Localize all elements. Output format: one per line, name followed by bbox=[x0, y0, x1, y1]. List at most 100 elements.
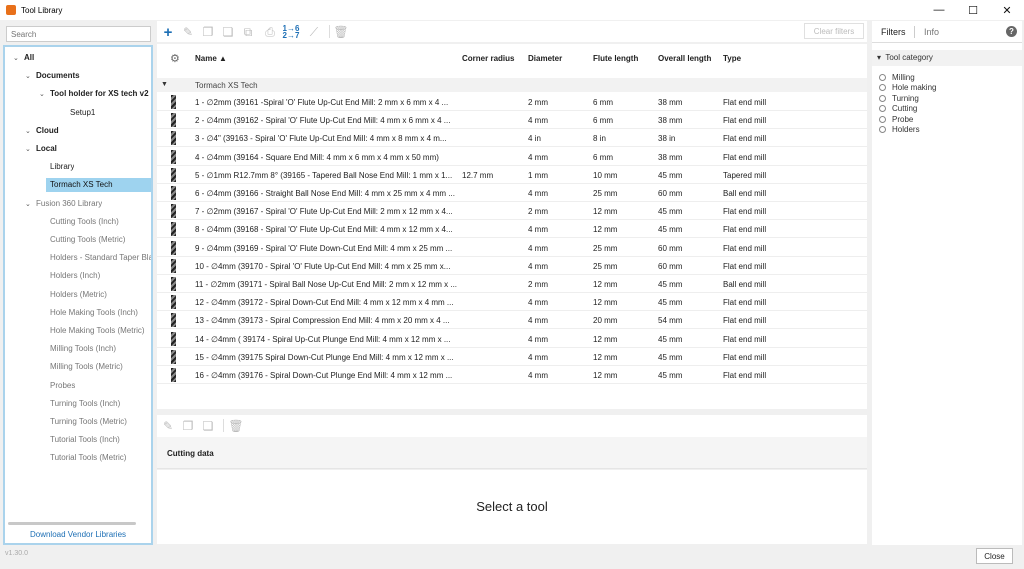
corner-radius-column-header[interactable]: Corner radius bbox=[462, 54, 514, 63]
flute-length-column-header[interactable]: Flute length bbox=[593, 54, 638, 63]
table-row[interactable]: 16 - ∅4mm (39176 - Spiral Down-Cut Plung… bbox=[157, 366, 867, 384]
download-vendor-libraries-link[interactable]: Download Vendor Libraries bbox=[5, 530, 151, 539]
tree-item[interactable]: Probes bbox=[50, 379, 75, 393]
tree-item[interactable]: Hole Making Tools (Metric) bbox=[50, 324, 145, 338]
table-row[interactable]: 3 - ∅4" (39163 - Spiral 'O' Flute Up-Cut… bbox=[157, 129, 867, 148]
delete-icon[interactable]: 🗑 bbox=[333, 25, 348, 39]
tree-item[interactable]: Setup1 bbox=[70, 106, 95, 120]
diameter-column-header[interactable]: Diameter bbox=[528, 54, 562, 63]
filter-radio[interactable] bbox=[879, 94, 886, 102]
expand-chevron-icon[interactable]: ⌄ bbox=[25, 200, 31, 208]
name-column-header[interactable]: Name ▲ bbox=[195, 54, 227, 63]
edit-icon[interactable]: ✎ bbox=[181, 25, 195, 39]
edit-preset-icon[interactable]: ✎ bbox=[161, 419, 175, 433]
expand-chevron-icon[interactable]: ⌄ bbox=[39, 90, 45, 98]
renumber-icon[interactable]: 1→6 2→7 bbox=[283, 25, 300, 40]
library-group-row[interactable]: ▼ Tormach XS Tech bbox=[157, 78, 867, 92]
copy-preset-icon[interactable]: ❐ bbox=[181, 419, 195, 433]
tab-filters[interactable]: Filters bbox=[881, 27, 906, 37]
copy-icon[interactable]: ❐ bbox=[201, 25, 215, 39]
table-row[interactable]: 2 - ∅4mm (39162 - Spiral 'O' Flute Up-Cu… bbox=[157, 111, 867, 130]
collapse-triangle-icon[interactable]: ▼ bbox=[161, 81, 168, 88]
table-row[interactable]: 11 - ∅2mm (39171 - Spiral Ball Nose Up-C… bbox=[157, 275, 867, 293]
expand-chevron-icon[interactable]: ⌄ bbox=[25, 127, 31, 135]
clear-filters-button[interactable]: Clear filters bbox=[804, 23, 864, 39]
table-row[interactable]: 12 - ∅4mm (39172 - Spiral Down-Cut End M… bbox=[157, 293, 867, 312]
tree-item[interactable]: Cutting Tools (Inch) bbox=[50, 215, 119, 229]
maximize-button[interactable]: ☐ bbox=[956, 0, 990, 20]
tree-horizontal-scrollbar[interactable] bbox=[8, 522, 136, 525]
tree-item[interactable]: Tormach XS Tech bbox=[46, 178, 151, 193]
tool-category-header[interactable]: ▾ Tool category bbox=[872, 50, 1022, 66]
table-row[interactable]: 13 - ∅4mm (39173 - Spiral Compression En… bbox=[157, 311, 867, 330]
tree-item[interactable]: Library bbox=[50, 160, 74, 174]
filter-radio[interactable] bbox=[879, 105, 886, 113]
filter-option-label[interactable]: Milling bbox=[892, 73, 915, 82]
tree-item[interactable]: Turning Tools (Inch) bbox=[50, 397, 120, 411]
expand-chevron-icon[interactable]: ⌄ bbox=[13, 54, 19, 62]
table-row[interactable]: 14 - ∅4mm ( 39174 - Spiral Up-Cut Plunge… bbox=[157, 330, 867, 348]
tree-item[interactable]: Fusion 360 Library bbox=[36, 197, 102, 211]
tree-item[interactable]: Milling Tools (Metric) bbox=[50, 360, 123, 374]
tree-item[interactable]: Local bbox=[36, 142, 57, 156]
filter-option-label[interactable]: Turning bbox=[892, 94, 919, 103]
tab-info[interactable]: Info bbox=[924, 27, 939, 37]
duplicate-icon[interactable]: ⧉ bbox=[241, 25, 255, 39]
delete-preset-icon[interactable]: 🗑 bbox=[228, 419, 243, 433]
tree-item[interactable]: All bbox=[24, 51, 34, 65]
tree-item[interactable]: Tutorial Tools (Inch) bbox=[50, 433, 120, 447]
table-row[interactable]: 15 - ∅4mm (39175 Spiral Down-Cut Plunge … bbox=[157, 348, 867, 366]
tree-item[interactable]: Documents bbox=[36, 69, 80, 83]
paste-icon[interactable]: ❏ bbox=[221, 25, 235, 39]
table-row[interactable]: 1 - ∅2mm (39161 -Spiral 'O' Flute Up-Cut… bbox=[157, 93, 867, 111]
cell-flute: 12 mm bbox=[593, 225, 618, 235]
table-settings-gear-icon[interactable]: ⚙ bbox=[170, 52, 180, 65]
type-column-header[interactable]: Type bbox=[723, 54, 741, 63]
table-row[interactable]: 8 - ∅4mm (39168 - Spiral 'O' Flute Up-Cu… bbox=[157, 220, 867, 239]
table-row[interactable]: 4 - ∅4mm (39164 - Square End Mill: 4 mm … bbox=[157, 148, 867, 166]
cell-diameter: 4 mm bbox=[528, 152, 548, 162]
overall-length-column-header[interactable]: Overall length bbox=[658, 54, 711, 63]
tree-item[interactable]: Holders (Inch) bbox=[50, 269, 100, 283]
end-mill-icon bbox=[171, 258, 176, 273]
tree-item[interactable]: Tool holder for XS tech v2 bbox=[50, 87, 149, 101]
table-row[interactable]: 6 - ∅4mm (39166 - Straight Ball Nose End… bbox=[157, 184, 867, 202]
cell-diameter: 4 mm bbox=[528, 243, 548, 253]
table-row[interactable]: 10 - ∅4mm (39170 - Spiral 'O' Flute Up-C… bbox=[157, 257, 867, 275]
paste-preset-icon[interactable]: ❏ bbox=[201, 419, 215, 433]
title-bar: Tool Library — ☐ ✕ bbox=[0, 0, 1024, 20]
expand-chevron-icon[interactable]: ⌄ bbox=[25, 145, 31, 153]
table-row[interactable]: 5 - ∅1mm R12.7mm 8° (39165 - Tapered Bal… bbox=[157, 166, 867, 184]
tool-brush-icon[interactable]: ⟋ bbox=[307, 25, 321, 39]
tree-item[interactable]: Tutorial Tools (Metric) bbox=[50, 451, 126, 465]
cell-type: Flat end mill bbox=[723, 207, 767, 217]
tree-item[interactable]: Cutting Tools (Metric) bbox=[50, 233, 125, 247]
add-tool-icon[interactable]: + bbox=[161, 24, 175, 41]
table-row[interactable]: 7 - ∅2mm (39167 - Spiral 'O' Flute Up-Cu… bbox=[157, 202, 867, 221]
filter-option-label[interactable]: Holders bbox=[892, 125, 920, 134]
cell-diameter: 2 mm bbox=[528, 207, 548, 217]
minimize-button[interactable]: — bbox=[922, 0, 956, 20]
tree-item[interactable]: Turning Tools (Metric) bbox=[50, 415, 127, 429]
tree-item[interactable]: Hole Making Tools (Inch) bbox=[50, 306, 138, 320]
expand-chevron-icon[interactable]: ⌄ bbox=[25, 72, 31, 80]
library-search-input[interactable] bbox=[6, 26, 151, 42]
filter-option-label[interactable]: Hole making bbox=[892, 83, 936, 92]
help-icon[interactable]: ? bbox=[1006, 26, 1017, 37]
tree-item[interactable]: Milling Tools (Inch) bbox=[50, 342, 116, 356]
filter-option-label[interactable]: Cutting bbox=[892, 104, 917, 113]
filter-radio[interactable] bbox=[879, 84, 886, 92]
filter-radio[interactable] bbox=[879, 115, 886, 123]
filter-radio[interactable] bbox=[879, 126, 886, 133]
filter-option-label[interactable]: Probe bbox=[892, 115, 913, 124]
filter-radio[interactable] bbox=[879, 74, 886, 81]
cell-type: Flat end mill bbox=[723, 371, 767, 380]
close-button[interactable]: Close bbox=[976, 548, 1013, 564]
print-icon[interactable]: ⎙ bbox=[263, 25, 277, 39]
tree-item[interactable]: Cloud bbox=[36, 124, 59, 138]
table-row[interactable]: 9 - ∅4mm (39169 - Spiral 'O' Flute Down-… bbox=[157, 239, 867, 257]
close-window-button[interactable]: ✕ bbox=[990, 0, 1024, 20]
tree-item[interactable]: Holders - Standard Taper Bla bbox=[50, 251, 151, 265]
tool-table: ⚙ Name ▲ Corner radius Diameter Flute le… bbox=[157, 44, 867, 409]
tree-item[interactable]: Holders (Metric) bbox=[50, 288, 107, 302]
